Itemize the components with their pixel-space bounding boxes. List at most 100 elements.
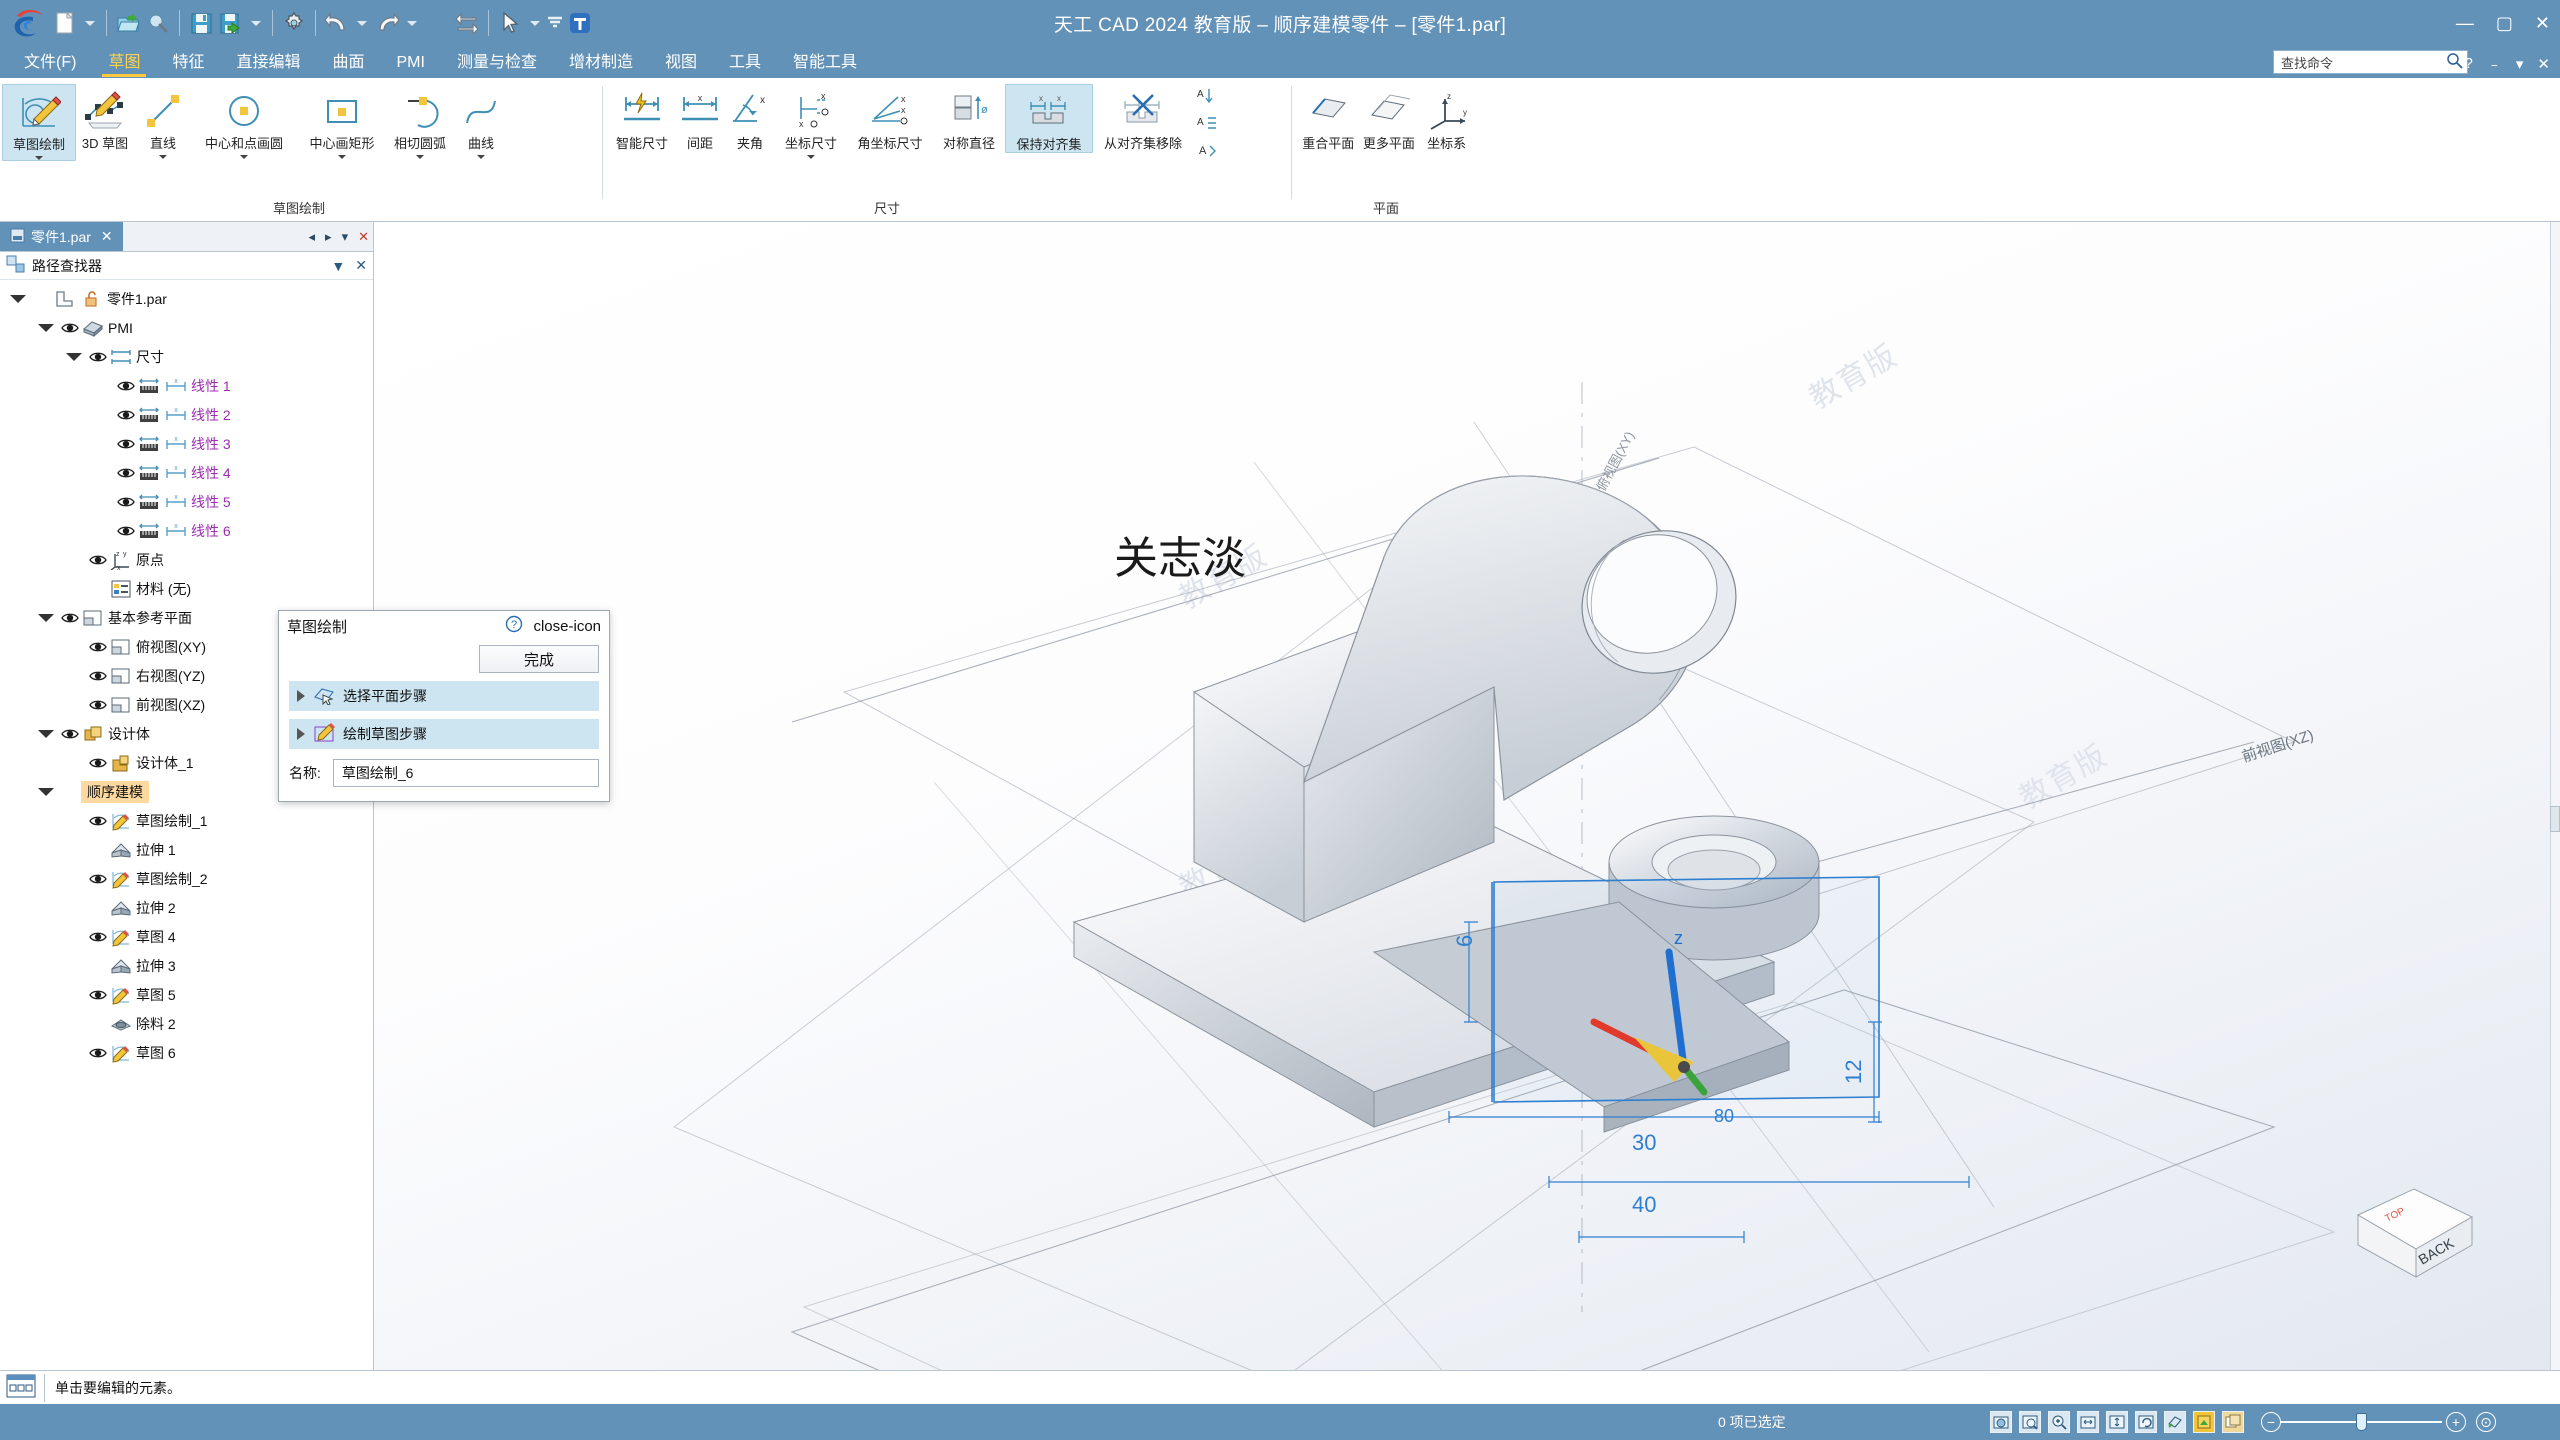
close-doc-icon[interactable]: ✕ bbox=[358, 229, 369, 245]
visibility-eye-icon[interactable] bbox=[87, 553, 109, 567]
filter-icon[interactable]: ▼ bbox=[331, 258, 345, 274]
new-file-button[interactable] bbox=[50, 4, 80, 42]
document-tab-part1[interactable]: 零件1.par ✕ bbox=[0, 222, 123, 251]
chevron-down-icon[interactable] bbox=[159, 155, 167, 159]
tree-item[interactable]: x 线性 6 bbox=[0, 516, 373, 545]
menu-item-direct-edit[interactable]: 直接编辑 bbox=[220, 48, 316, 78]
menu-item-sketch[interactable]: 草图 bbox=[92, 48, 156, 78]
tree-item[interactable]: x 线性 2 bbox=[0, 400, 373, 429]
visibility-eye-icon[interactable] bbox=[59, 321, 81, 335]
view-cube[interactable]: TOP BACK bbox=[2340, 1167, 2490, 1300]
rotate-icon[interactable] bbox=[2135, 1411, 2157, 1433]
visibility-eye-icon[interactable] bbox=[115, 408, 137, 422]
zoom-out-button[interactable]: − bbox=[2261, 1412, 2281, 1432]
zoom-in-button[interactable]: + bbox=[2446, 1412, 2466, 1432]
tree-item[interactable]: 拉伸 3 bbox=[0, 951, 373, 980]
dim-style-c-icon[interactable]: A bbox=[1193, 140, 1219, 165]
fit-icon[interactable] bbox=[2077, 1411, 2099, 1433]
close-panel-icon[interactable]: ✕ bbox=[355, 257, 367, 274]
minimize-button[interactable]: — bbox=[2456, 13, 2474, 34]
ribbon-button-curve[interactable]: 曲线 bbox=[452, 84, 510, 159]
tree-item[interactable]: 拉伸 1 bbox=[0, 835, 373, 864]
ribbon-restore-icon[interactable]: ▾ bbox=[2516, 55, 2524, 73]
zoom-slider[interactable]: − + ⊙ bbox=[2261, 1412, 2496, 1432]
close-icon[interactable]: ✕ bbox=[101, 228, 113, 245]
tab-list-icon[interactable]: ▾ bbox=[342, 229, 349, 245]
window-layout-icon[interactable] bbox=[2222, 1411, 2244, 1433]
open-file-button[interactable] bbox=[113, 4, 143, 42]
undo-button[interactable] bbox=[322, 4, 352, 42]
menu-item-file[interactable]: 文件(F) bbox=[8, 48, 92, 78]
tree-item[interactable]: 零件1.par bbox=[0, 284, 373, 313]
ribbon-button-maintain-alignment[interactable]: x x 保持对齐集 bbox=[1005, 84, 1093, 153]
settings-button[interactable] bbox=[279, 4, 309, 42]
visibility-eye-icon[interactable] bbox=[87, 814, 109, 828]
save-as-caret[interactable] bbox=[246, 4, 266, 42]
chevron-down-icon[interactable] bbox=[807, 155, 815, 159]
visibility-eye-icon[interactable] bbox=[87, 669, 109, 683]
visibility-eye-icon[interactable] bbox=[115, 495, 137, 509]
visibility-eye-icon[interactable] bbox=[115, 379, 137, 393]
zoom-inout-icon[interactable] bbox=[2048, 1411, 2070, 1433]
visibility-eye-icon[interactable] bbox=[87, 640, 109, 654]
visibility-eye-icon[interactable] bbox=[115, 524, 137, 538]
help-icon[interactable]: ? bbox=[2465, 55, 2473, 72]
sketch-command-dialog[interactable]: 草图绘制 ? close-icon 完成 选择平面步骤 绘制草图步骤 名称: 草… bbox=[278, 610, 610, 802]
menu-item-measure[interactable]: 测量与检查 bbox=[441, 48, 553, 78]
zoom-knob[interactable] bbox=[2356, 1413, 2367, 1431]
menu-item-tools[interactable]: 工具 bbox=[713, 48, 777, 78]
ribbon-button-smart-dimension[interactable]: 智能尺寸 bbox=[609, 84, 675, 151]
ribbon-button-coordinate-system[interactable]: z y 坐标系 bbox=[1419, 84, 1474, 151]
expand-triangle-icon[interactable] bbox=[38, 787, 54, 796]
ribbon-button-angular-coordinate[interactable]: x x 角坐标尺寸 bbox=[847, 84, 933, 151]
visibility-eye-icon[interactable] bbox=[87, 756, 109, 770]
ribbon-button-coordinate-dimension[interactable]: x x 坐标尺寸 bbox=[775, 84, 847, 159]
ribbon-button-coincident-plane[interactable]: 重合平面 bbox=[1298, 84, 1359, 151]
tree-item[interactable]: x 线性 4 bbox=[0, 458, 373, 487]
tree-item[interactable]: 草图 5 bbox=[0, 980, 373, 1009]
chevron-down-icon[interactable] bbox=[416, 155, 424, 159]
ribbon-button-remove-alignment[interactable]: 从对齐集移除 bbox=[1093, 84, 1193, 151]
more-commands-button[interactable] bbox=[545, 4, 565, 42]
redo-caret[interactable] bbox=[402, 4, 422, 42]
tree-item[interactable]: 草图 4 bbox=[0, 922, 373, 951]
view-style-icon[interactable] bbox=[2164, 1411, 2186, 1433]
zoom-area-icon[interactable] bbox=[2019, 1411, 2041, 1433]
menu-item-additive[interactable]: 增材制造 bbox=[553, 48, 649, 78]
tree-item[interactable]: x 线性 5 bbox=[0, 487, 373, 516]
save-as-button[interactable] bbox=[216, 4, 246, 42]
chevron-down-icon[interactable] bbox=[35, 156, 43, 160]
render-icon[interactable] bbox=[2193, 1411, 2215, 1433]
ribbon-button-symmetric-diameter[interactable]: ø 对称直径 bbox=[933, 84, 1005, 151]
tree-item[interactable]: 草图 6 bbox=[0, 1038, 373, 1067]
ribbon-close-icon[interactable]: ✕ bbox=[2537, 55, 2550, 73]
tree-item[interactable]: 草图绘制_2 bbox=[0, 864, 373, 893]
visibility-eye-icon[interactable] bbox=[87, 988, 109, 1002]
close-button[interactable]: ✕ bbox=[2535, 13, 2550, 34]
next-tab-icon[interactable]: ▸ bbox=[325, 229, 332, 245]
menu-item-pmi[interactable]: PMI bbox=[381, 54, 441, 78]
visibility-eye-icon[interactable] bbox=[87, 698, 109, 712]
visibility-eye-icon[interactable] bbox=[87, 1046, 109, 1060]
expand-triangle-icon[interactable] bbox=[38, 323, 54, 332]
tree-item[interactable]: x 线性 1 bbox=[0, 371, 373, 400]
step-select-plane[interactable]: 选择平面步骤 bbox=[289, 681, 599, 711]
expand-triangle-icon[interactable] bbox=[66, 352, 82, 361]
visibility-eye-icon[interactable] bbox=[59, 611, 81, 625]
ribbon-button-line[interactable]: 直线 bbox=[134, 84, 192, 159]
brand-g-logo[interactable] bbox=[4, 0, 50, 46]
select-tool-caret[interactable] bbox=[525, 4, 545, 42]
visibility-eye-icon[interactable] bbox=[115, 437, 137, 451]
ribbon-minimize-icon[interactable]: ﹣ bbox=[2487, 53, 2502, 74]
prev-tab-icon[interactable]: ◂ bbox=[309, 229, 316, 245]
tree-item[interactable]: z y x 原点 bbox=[0, 545, 373, 574]
visibility-eye-icon[interactable] bbox=[115, 466, 137, 480]
chevron-down-icon[interactable] bbox=[338, 155, 346, 159]
select-tool-button[interactable] bbox=[495, 4, 525, 42]
ribbon-button-angle[interactable]: x 夹角 bbox=[725, 84, 775, 151]
tree-item[interactable]: x 线性 3 bbox=[0, 429, 373, 458]
camera-icon[interactable] bbox=[1990, 1411, 2012, 1433]
switch-button[interactable] bbox=[452, 4, 482, 42]
menu-item-surface[interactable]: 曲面 bbox=[316, 48, 380, 78]
step-draw-sketch[interactable]: 绘制草图步骤 bbox=[289, 719, 599, 749]
